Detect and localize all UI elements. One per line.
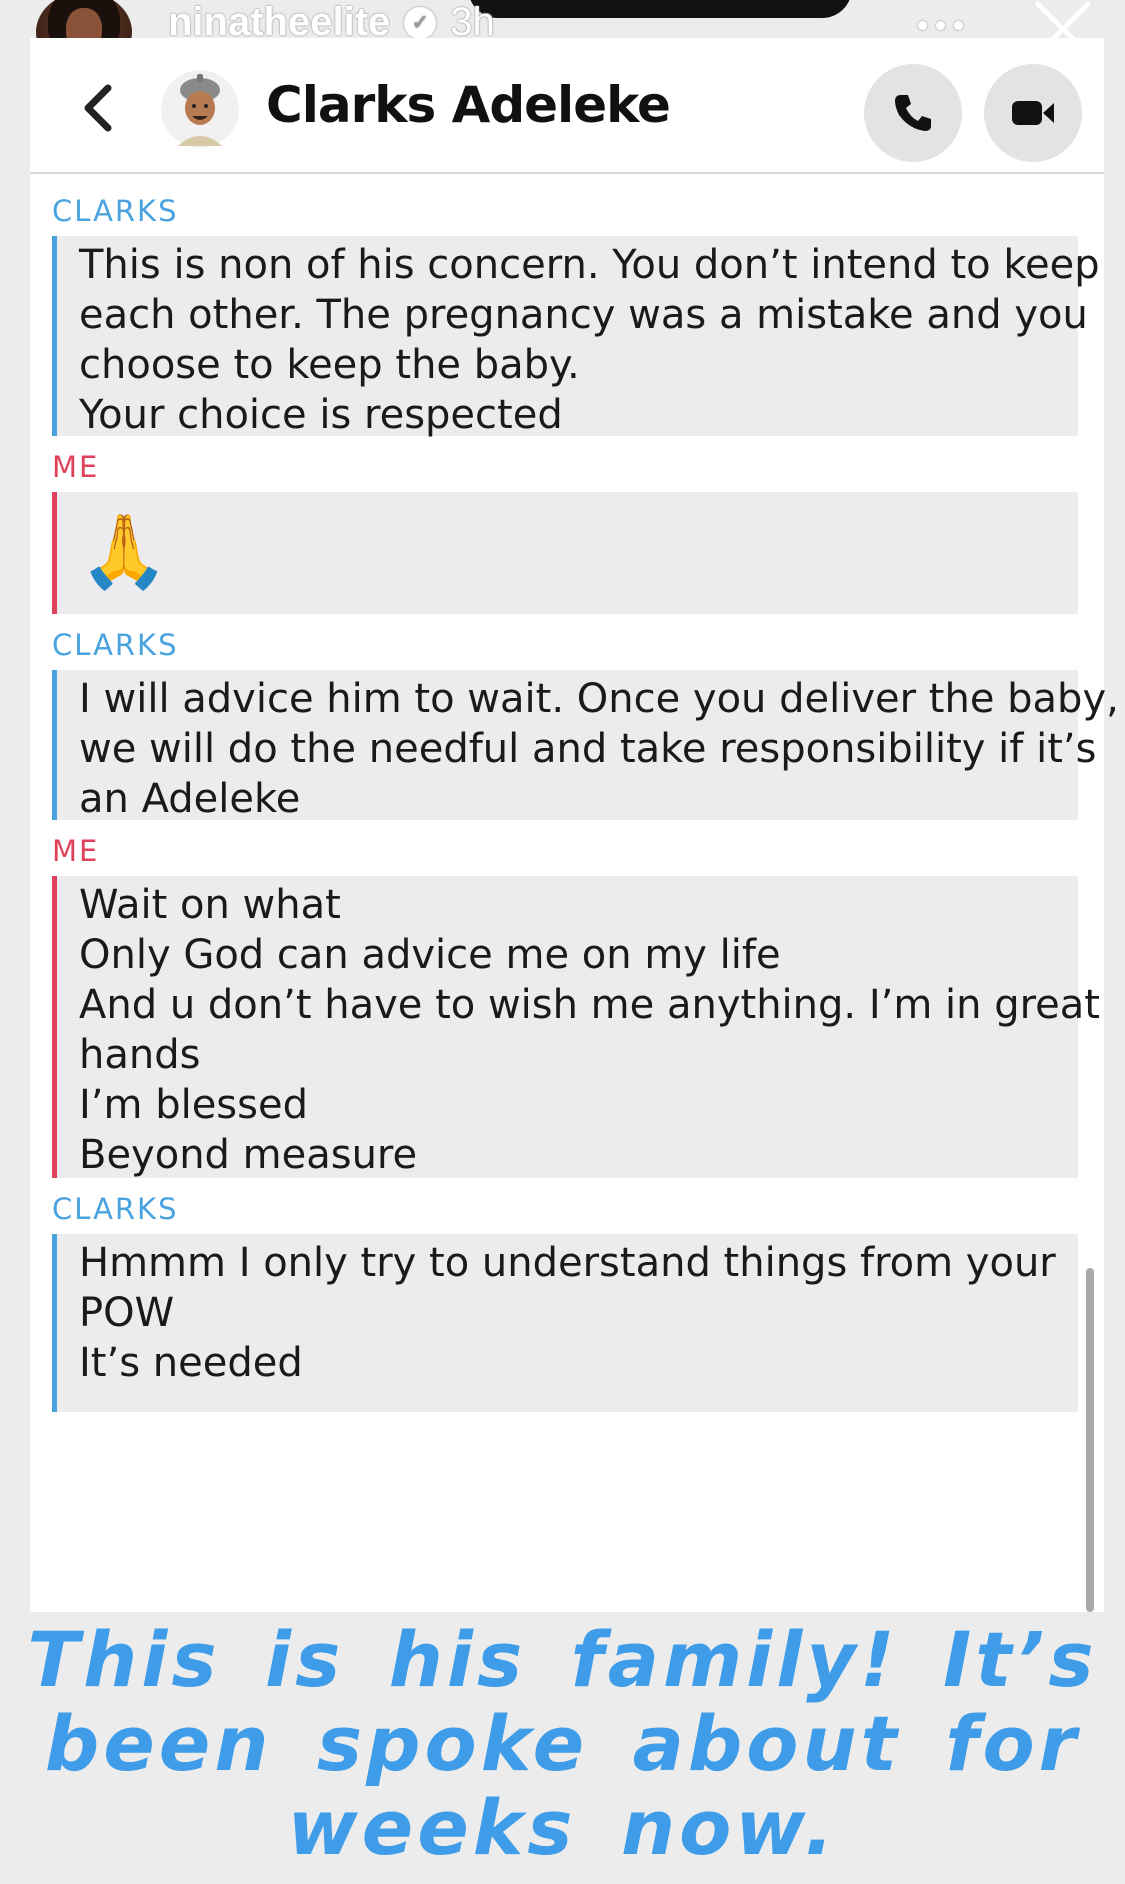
message-line: And u don’t have to wish me anything. I’… [79,982,1100,1028]
message-line: This is non of his concern. You don’t in… [79,242,1100,288]
sender-label-clarks: CLARKS [52,194,179,228]
message-bubble[interactable]: 🙏 [52,492,1078,614]
message-line: hands [79,1032,201,1078]
contact-bitmoji-avatar[interactable] [160,68,240,150]
message-line: we will do the needful and take responsi… [79,726,1097,772]
message-bubble[interactable]: Hmmm I only try to understand things fro… [52,1234,1078,1412]
message-line: POW [79,1290,175,1336]
scrollbar[interactable] [1086,1268,1094,1612]
more-options-icon[interactable] [918,10,974,40]
message-line: an Adeleke [79,776,301,822]
sender-label-me: ME [52,450,100,484]
device-notch [468,0,852,18]
chat-screenshot: Clarks Adeleke CLARKS This is non of his… [30,38,1119,1612]
sender-label-clarks: CLARKS [52,1192,179,1226]
back-chevron-icon[interactable] [78,80,118,136]
message-line: Hmmm I only try to understand things fro… [79,1240,1056,1286]
caption-line: been spoke about for [44,1699,1081,1788]
phone-icon [895,95,931,131]
message-bubble[interactable]: This is non of his concern. You don’t in… [52,236,1100,438]
message-bubble[interactable]: I will advice him to wait. Once you deli… [52,670,1119,822]
message-line: It’s needed [79,1340,303,1386]
sender-label-clarks: CLARKS [52,628,179,662]
caption-line: This is his family! It’s [27,1615,1098,1704]
caption-line: weeks now. [287,1783,838,1872]
message-line: Wait on what [79,882,341,928]
voice-call-button[interactable] [864,64,962,162]
video-camera-icon [1012,101,1054,125]
message-line: Beyond measure [79,1132,418,1178]
contact-name: Clarks Adeleke [266,76,671,134]
sender-label-me: ME [52,834,100,868]
verified-badge-icon: ✓ [404,6,437,39]
message-line: Only God can advice me on my life [79,932,781,978]
story-caption-text: This is his family! It’s been spoke abou… [0,1618,1125,1870]
message-line: choose to keep the baby. [79,342,580,388]
praying-hands-emoji: 🙏 [79,509,169,593]
message-line: I will advice him to wait. Once you deli… [79,676,1119,722]
message-line: each other. The pregnancy was a mistake … [79,292,1088,338]
video-call-button[interactable] [984,64,1082,162]
message-line: Your choice is respected [79,392,563,438]
chat-header: Clarks Adeleke [30,38,1104,174]
message-bubble[interactable]: Wait on what Only God can advice me on m… [52,876,1100,1178]
message-line: I’m blessed [79,1082,308,1128]
